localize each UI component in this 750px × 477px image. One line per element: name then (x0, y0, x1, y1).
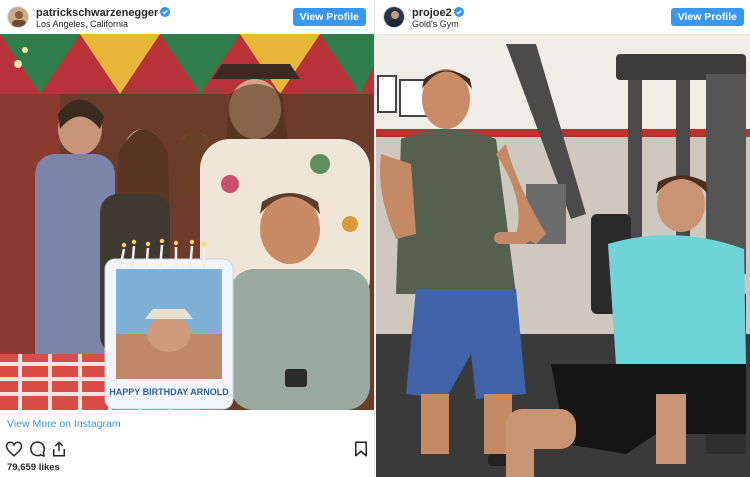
post-photo (376, 34, 750, 477)
post-header: patrickschwarzenegger Los Angeles, Calif… (0, 0, 374, 34)
username[interactable]: projoe2 (412, 7, 464, 19)
verified-badge-icon (453, 7, 464, 17)
view-profile-button[interactable]: View Profile (292, 8, 366, 26)
avatar[interactable] (7, 6, 29, 28)
location-label[interactable]: Los Angeles, California (36, 19, 128, 29)
verified-badge-icon (160, 7, 171, 17)
bookmark-icon[interactable] (352, 440, 370, 458)
heart-icon[interactable] (5, 440, 23, 458)
instagram-post-right: projoe2 Gold's Gym View Profile (376, 0, 750, 477)
location-label[interactable]: Gold's Gym (412, 19, 459, 29)
likes-count[interactable]: 79,659 likes (7, 462, 60, 473)
avatar[interactable] (383, 6, 405, 28)
cake-text: HAPPY BIRTHDAY ARNOLD (109, 387, 229, 397)
username[interactable]: patrickschwarzenegger (36, 7, 171, 19)
post-header: projoe2 Gold's Gym View Profile (376, 0, 750, 34)
view-more-link[interactable]: View More on Instagram (7, 418, 121, 430)
comment-icon[interactable] (28, 440, 46, 458)
instagram-post-left: patrickschwarzenegger Los Angeles, Calif… (0, 0, 375, 477)
share-icon[interactable] (50, 440, 68, 458)
view-profile-button[interactable]: View Profile (670, 8, 744, 26)
post-actions (0, 437, 374, 461)
post-photo: HAPPY BIRTHDAY ARNOLD (0, 34, 374, 410)
